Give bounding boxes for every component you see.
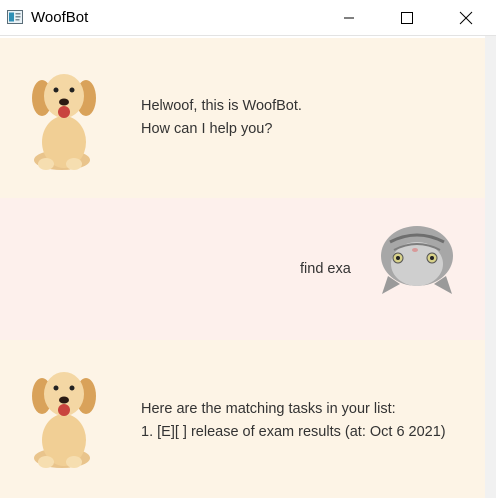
window-title: WoofBot [31, 9, 89, 26]
message-line: Here are the matching tasks in your list… [141, 401, 396, 417]
title-bar: WoofBot [0, 0, 496, 36]
message-line: How can I help you? [141, 121, 273, 137]
app-icon [7, 10, 23, 24]
maximize-button[interactable] [384, 0, 430, 35]
maximize-icon [401, 12, 413, 24]
puppy-avatar [32, 74, 96, 170]
user-message-text: find exa [300, 258, 351, 281]
minimize-button[interactable] [326, 0, 372, 35]
bot-message-row: Helwoof, this is WoofBot. How can I help… [0, 38, 485, 198]
message-line: Helwoof, this is WoofBot. [141, 98, 302, 114]
message-line: find exa [300, 261, 351, 277]
message-line: 1. [E][ ] release of exam results (at: O… [141, 424, 446, 440]
bot-message-row: Here are the matching tasks in your list… [0, 340, 485, 498]
close-icon [459, 11, 473, 25]
bot-message-text: Helwoof, this is WoofBot. How can I help… [141, 95, 302, 141]
bot-message-text: Here are the matching tasks in your list… [141, 398, 446, 444]
puppy-avatar [32, 372, 96, 468]
minimize-icon [344, 17, 354, 19]
kitten-avatar [381, 226, 453, 294]
user-message-row: find exa [0, 198, 485, 340]
vertical-scrollbar[interactable] [485, 36, 496, 498]
close-button[interactable] [443, 0, 489, 35]
